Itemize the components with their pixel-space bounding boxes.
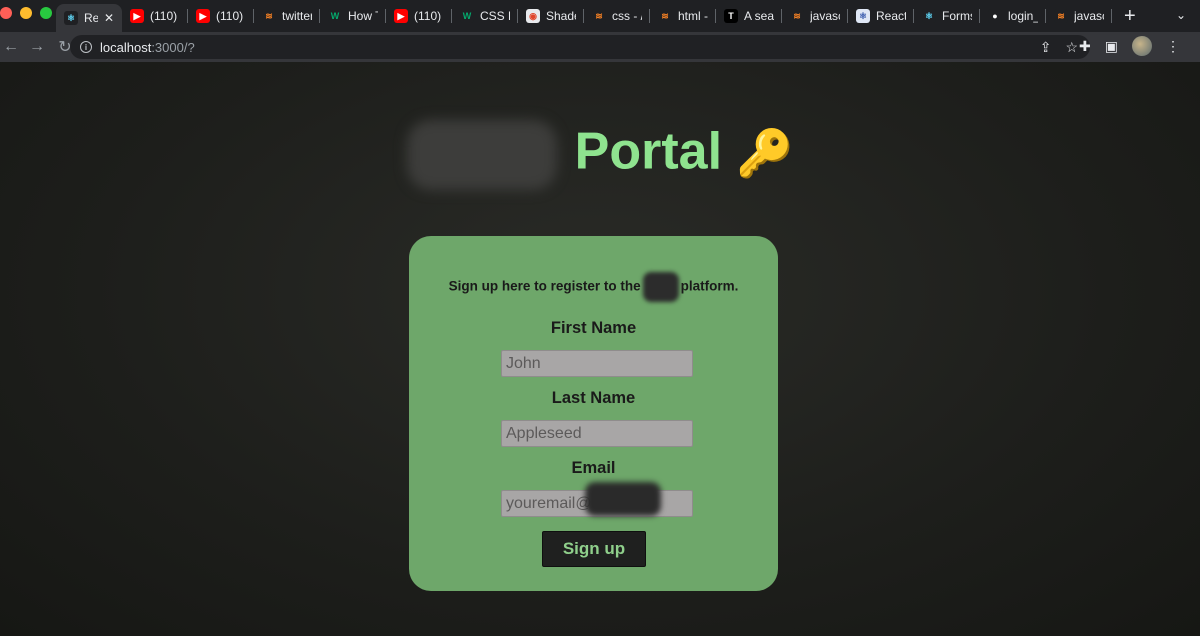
stackoverflow-icon: ≋ [262, 9, 276, 23]
first-name-input[interactable] [501, 350, 693, 377]
last-name-input[interactable] [501, 420, 693, 447]
page-heading: Portal 🔑 [0, 120, 1200, 190]
tab-title: CSS Lo [480, 9, 510, 23]
github-icon: ● [988, 9, 1002, 23]
share-icon[interactable]: ⇪ [1040, 39, 1052, 56]
react-icon: ⚛ [64, 11, 78, 25]
browser-tab[interactable]: ● login_ [980, 0, 1046, 32]
tab-search-icon[interactable]: ⌄ [1176, 8, 1186, 22]
tab-title: javasc [1074, 9, 1104, 23]
signup-button[interactable]: Sign up [542, 531, 646, 567]
stackoverflow-icon: ≋ [790, 9, 804, 23]
browser-tab[interactable]: ≋ javasc [1046, 0, 1112, 32]
profile-avatar[interactable] [1132, 36, 1152, 56]
react-icon: ⚛ [922, 9, 936, 23]
menu-kebab-icon[interactable]: ⋮ [1166, 38, 1180, 55]
minimize-window-icon[interactable] [20, 7, 32, 19]
youtube-icon: ▶ [394, 9, 408, 23]
tab-strip: ⚛ Re ✕ ▶ (110) F ▶ (110) N ≋ twitter W How To ▶ (110… [0, 0, 1200, 32]
redacted-email-domain [585, 482, 661, 516]
browser-tab[interactable]: ▶ (110) F [386, 0, 452, 32]
close-tab-icon[interactable]: ✕ [104, 11, 114, 25]
url-path: :3000/? [151, 39, 195, 55]
shade-icon: ◉ [526, 9, 540, 23]
tab-title: html - [678, 9, 708, 23]
signup-form: Sign up here to register to the platform.… [409, 236, 778, 591]
page-viewport: Portal 🔑 Sign up here to register to the p… [0, 62, 1200, 636]
tab-title: Re [84, 11, 98, 25]
browser-tab[interactable]: ⚛ React [848, 0, 914, 32]
tab-title: javasc [810, 9, 840, 23]
forward-icon[interactable]: → [26, 38, 48, 56]
maximize-window-icon[interactable] [40, 7, 52, 19]
react-icon: ⚛ [856, 9, 870, 23]
redacted-brand-name [406, 120, 557, 190]
stackoverflow-icon: ≋ [592, 9, 606, 23]
new-tab-button[interactable]: + [1124, 0, 1136, 32]
intro-text-end: platform. [680, 278, 739, 294]
tab-title: A sear [744, 9, 774, 23]
typography-icon: T [724, 9, 738, 23]
redacted-platform-name [642, 272, 679, 302]
tab-title: Forms [942, 9, 972, 23]
browser-tab[interactable]: W How To [320, 0, 386, 32]
address-bar[interactable]: i localhost:3000/? ⇪ ☆ [70, 35, 1090, 59]
browser-tab[interactable]: ◉ Shade [518, 0, 584, 32]
browser-tab[interactable]: ≋ css - / [584, 0, 650, 32]
tabs: ⚛ Re ✕ ▶ (110) F ▶ (110) N ≋ twitter W How To ▶ (110… [56, 0, 1136, 32]
last-name-label: Last Name [551, 389, 636, 407]
tab-separator [1111, 9, 1112, 23]
email-label: Email [571, 459, 616, 477]
bookmark-star-icon[interactable]: ☆ [1065, 39, 1078, 56]
youtube-icon: ▶ [196, 9, 210, 23]
tab-title: Shade [546, 9, 576, 23]
browser-tab[interactable]: ≋ javasc [782, 0, 848, 32]
back-icon[interactable]: ← [0, 38, 22, 56]
window-controls [0, 7, 52, 19]
browser-tab[interactable]: W CSS Lo [452, 0, 518, 32]
key-icon: 🔑 [736, 126, 794, 179]
extensions-puzzle-icon[interactable]: ✚ [1079, 38, 1091, 55]
tab-title: (110) F [414, 9, 444, 23]
intro-text: Sign up here to register to the platform. [409, 272, 778, 302]
page-title: Portal [574, 122, 723, 181]
first-name-label: First Name [550, 319, 637, 337]
browser-tab[interactable]: ▶ (110) F [122, 0, 188, 32]
browser-tab[interactable]: ⚛ Forms [914, 0, 980, 32]
w3schools-icon: W [328, 9, 342, 23]
w3schools-icon: W [460, 9, 474, 23]
tab-title: (110) N [216, 9, 246, 23]
youtube-icon: ▶ [130, 9, 144, 23]
browser-tab[interactable]: ⚛ Re ✕ [56, 4, 122, 32]
sidebar-icon[interactable]: ▣ [1105, 38, 1118, 55]
site-info-icon[interactable]: i [80, 41, 92, 53]
browser-tab[interactable]: ≋ twitter [254, 0, 320, 32]
extension-area: ✚ ▣ ⋮ [1079, 36, 1180, 56]
browser-tab[interactable]: ▶ (110) N [188, 0, 254, 32]
intro-text-start: Sign up here to register to the [448, 278, 641, 294]
tab-title: How To [348, 9, 378, 23]
browser-tab[interactable]: T A sear [716, 0, 782, 32]
stackoverflow-icon: ≋ [1054, 9, 1068, 23]
tab-title: css - / [612, 9, 642, 23]
omnibox-actions: ⇪ ☆ [1040, 39, 1078, 56]
stackoverflow-icon: ≋ [658, 9, 672, 23]
browser-toolbar: ← → ↻ i localhost:3000/? ⇪ ☆ [0, 32, 1200, 62]
tab-title: login_ [1008, 9, 1038, 23]
url-host: localhost [100, 39, 152, 55]
tab-title: (110) F [150, 9, 180, 23]
tab-title: twitter [282, 9, 312, 23]
browser-tab[interactable]: ≋ html - [650, 0, 716, 32]
close-window-icon[interactable] [0, 7, 12, 19]
tab-title: React [876, 9, 906, 23]
